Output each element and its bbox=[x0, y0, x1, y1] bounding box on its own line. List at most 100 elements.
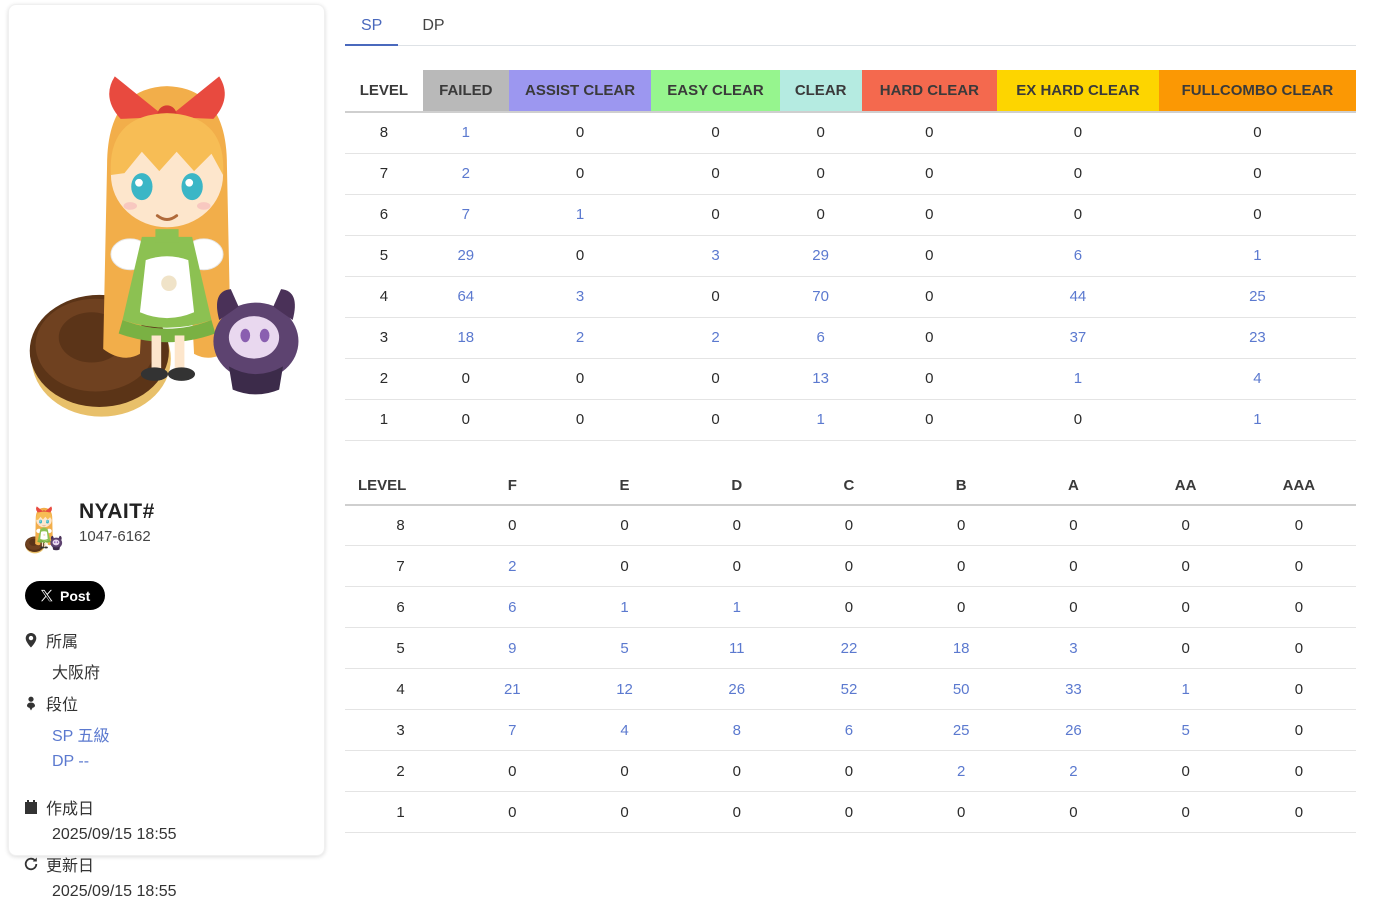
score-count: 0 bbox=[681, 546, 793, 587]
column-header-a: A bbox=[1017, 467, 1129, 505]
score-count-link[interactable]: 37 bbox=[997, 317, 1159, 358]
score-count-link[interactable]: 3 bbox=[1017, 628, 1129, 669]
score-count-link[interactable]: 7 bbox=[423, 194, 509, 235]
profile-field-link[interactable]: DP -- bbox=[52, 753, 304, 771]
score-count-link[interactable]: 3 bbox=[651, 235, 779, 276]
score-count-link[interactable]: 29 bbox=[780, 235, 862, 276]
score-count: 0 bbox=[651, 358, 779, 399]
level-cell: 8 bbox=[345, 505, 456, 546]
score-count-link[interactable]: 21 bbox=[456, 669, 568, 710]
score-count: 0 bbox=[1130, 546, 1242, 587]
rank-icon bbox=[23, 695, 39, 711]
score-count: 0 bbox=[651, 153, 779, 194]
score-count-link[interactable]: 3 bbox=[509, 276, 652, 317]
clear-lamp-header-row: LEVELFAILEDASSIST CLEAREASY CLEARCLEARHA… bbox=[345, 70, 1356, 112]
score-count: 0 bbox=[1130, 505, 1242, 546]
score-count-link[interactable]: 2 bbox=[905, 751, 1017, 792]
score-count-link[interactable]: 25 bbox=[905, 710, 1017, 751]
score-count-link[interactable]: 44 bbox=[997, 276, 1159, 317]
score-count: 0 bbox=[456, 792, 568, 833]
score-count-link[interactable]: 1 bbox=[1130, 669, 1242, 710]
score-count-link[interactable]: 4 bbox=[1159, 358, 1356, 399]
score-count-link[interactable]: 22 bbox=[793, 628, 905, 669]
score-count-link[interactable]: 1 bbox=[423, 112, 509, 153]
score-count-link[interactable]: 70 bbox=[780, 276, 862, 317]
column-header-d: D bbox=[681, 467, 793, 505]
x-logo-icon bbox=[40, 589, 53, 602]
table-row: 10001001 bbox=[345, 399, 1356, 440]
score-count: 0 bbox=[862, 153, 997, 194]
score-count-link[interactable]: 23 bbox=[1159, 317, 1356, 358]
score-count-link[interactable]: 13 bbox=[780, 358, 862, 399]
score-count-link[interactable]: 6 bbox=[997, 235, 1159, 276]
score-count-link[interactable]: 6 bbox=[780, 317, 862, 358]
level-cell: 6 bbox=[345, 194, 423, 235]
score-count-link[interactable]: 33 bbox=[1017, 669, 1129, 710]
score-count-link[interactable]: 1 bbox=[568, 587, 680, 628]
score-count-link[interactable]: 52 bbox=[793, 669, 905, 710]
score-count-link[interactable]: 9 bbox=[456, 628, 568, 669]
score-count-link[interactable]: 7 bbox=[456, 710, 568, 751]
profile-field-label: 作成日 bbox=[46, 795, 94, 819]
table-row: 67100000 bbox=[345, 194, 1356, 235]
score-count: 0 bbox=[793, 587, 905, 628]
score-count-link[interactable]: 1 bbox=[997, 358, 1159, 399]
score-count: 0 bbox=[997, 399, 1159, 440]
score-count-link[interactable]: 1 bbox=[1159, 235, 1356, 276]
profile-field-label: 更新日 bbox=[46, 852, 94, 876]
score-count: 0 bbox=[997, 153, 1159, 194]
score-count-link[interactable]: 1 bbox=[780, 399, 862, 440]
score-count: 0 bbox=[423, 399, 509, 440]
score-count: 0 bbox=[1159, 153, 1356, 194]
score-count-link[interactable]: 8 bbox=[681, 710, 793, 751]
score-count-link[interactable]: 6 bbox=[456, 587, 568, 628]
score-count-link[interactable]: 5 bbox=[568, 628, 680, 669]
tab-dp[interactable]: DP bbox=[406, 12, 460, 45]
score-count-link[interactable]: 18 bbox=[423, 317, 509, 358]
score-count-link[interactable]: 12 bbox=[568, 669, 680, 710]
score-count-link[interactable]: 18 bbox=[905, 628, 1017, 669]
score-count-link[interactable]: 2 bbox=[1017, 751, 1129, 792]
tab-sp[interactable]: SP bbox=[345, 12, 398, 46]
score-count-link[interactable]: 1 bbox=[509, 194, 652, 235]
score-count-link[interactable]: 29 bbox=[423, 235, 509, 276]
score-count-link[interactable]: 26 bbox=[1017, 710, 1129, 751]
column-header-aaa: AAA bbox=[1242, 467, 1356, 505]
table-row: 100000000 bbox=[345, 792, 1356, 833]
score-count: 0 bbox=[997, 112, 1159, 153]
score-count-link[interactable]: 25 bbox=[1159, 276, 1356, 317]
level-column-header: LEVEL bbox=[345, 70, 423, 112]
score-count-link[interactable]: 4 bbox=[568, 710, 680, 751]
score-count-link[interactable]: 1 bbox=[681, 587, 793, 628]
column-header-assist-clear: ASSIST CLEAR bbox=[509, 70, 652, 112]
score-count-link[interactable]: 2 bbox=[423, 153, 509, 194]
score-count: 0 bbox=[1017, 546, 1129, 587]
score-count-link[interactable]: 50 bbox=[905, 669, 1017, 710]
score-count-link[interactable]: 2 bbox=[456, 546, 568, 587]
column-header-c: C bbox=[793, 467, 905, 505]
score-panel: SP DP LEVELFAILEDASSIST CLEAREASY CLEARC… bbox=[345, 0, 1356, 833]
column-header-hard-clear: HARD CLEAR bbox=[862, 70, 997, 112]
score-count: 0 bbox=[862, 399, 997, 440]
score-count-link[interactable]: 64 bbox=[423, 276, 509, 317]
profile-field-value: 2025/09/15 18:55 bbox=[52, 826, 304, 844]
score-count-link[interactable]: 1 bbox=[1159, 399, 1356, 440]
score-count-link[interactable]: 2 bbox=[651, 317, 779, 358]
level-cell: 3 bbox=[345, 710, 456, 751]
x-post-button[interactable]: Post bbox=[25, 581, 105, 610]
score-count-link[interactable]: 6 bbox=[793, 710, 905, 751]
score-count-link[interactable]: 11 bbox=[681, 628, 793, 669]
profile-field: 所属大阪府 bbox=[23, 628, 304, 683]
score-count: 0 bbox=[1159, 112, 1356, 153]
column-header-f: F bbox=[456, 467, 568, 505]
table-row: 37486252650 bbox=[345, 710, 1356, 751]
level-cell: 7 bbox=[345, 546, 456, 587]
post-button-label: Post bbox=[60, 588, 90, 604]
score-count-link[interactable]: 26 bbox=[681, 669, 793, 710]
score-count: 0 bbox=[1242, 546, 1356, 587]
score-count-link[interactable]: 5 bbox=[1130, 710, 1242, 751]
score-count-link[interactable]: 2 bbox=[509, 317, 652, 358]
column-header-b: B bbox=[905, 467, 1017, 505]
profile-field-link[interactable]: SP 五級 bbox=[52, 722, 304, 746]
table-row: 5290329061 bbox=[345, 235, 1356, 276]
